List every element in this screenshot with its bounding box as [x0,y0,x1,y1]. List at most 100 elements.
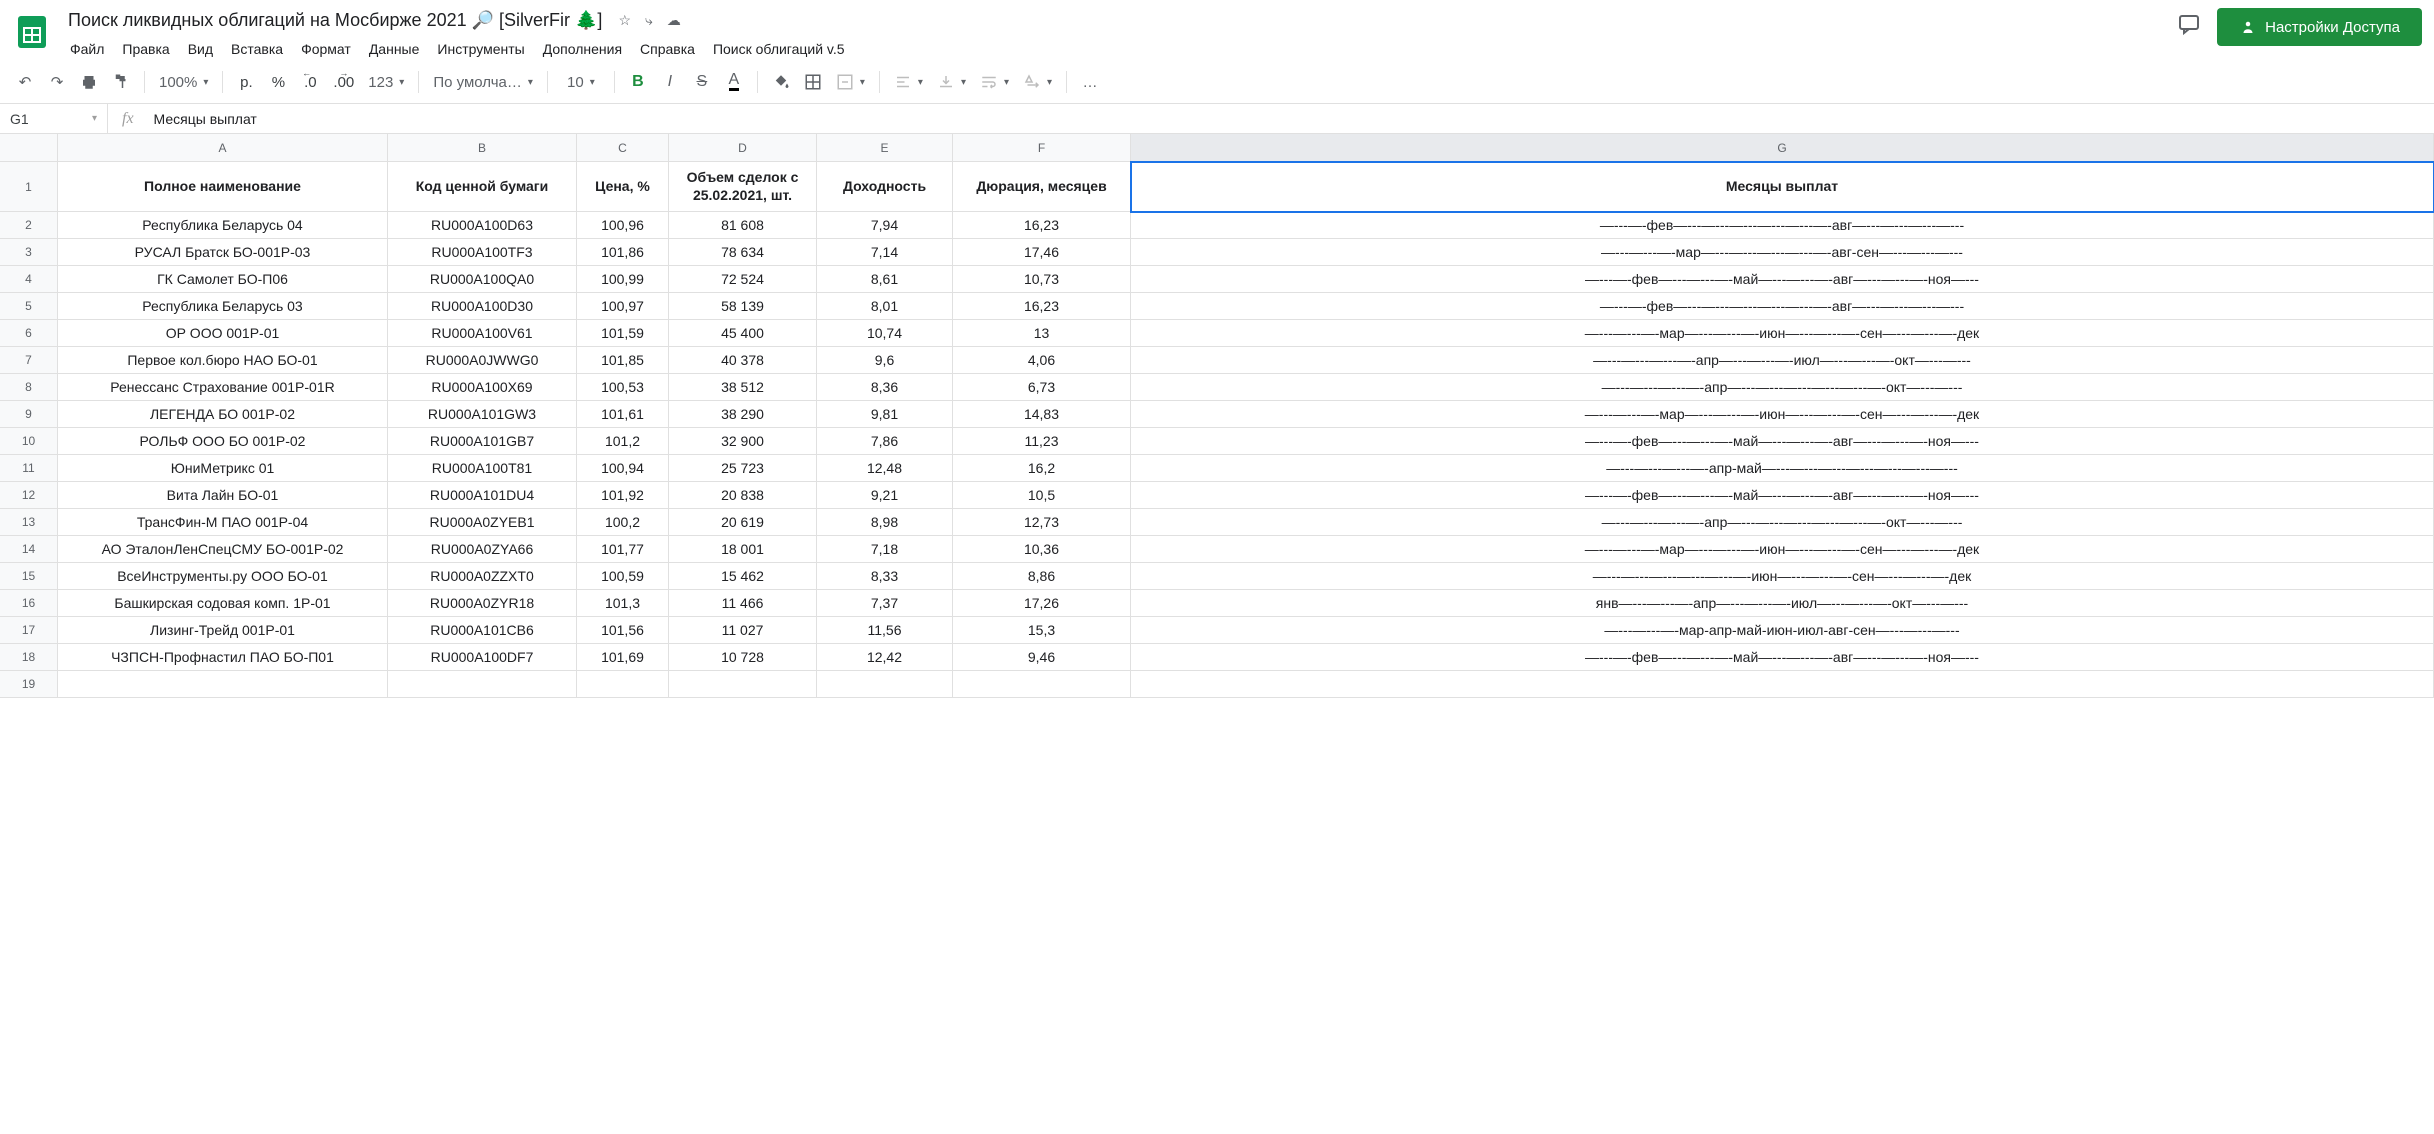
row-header[interactable]: 12 [0,482,58,509]
data-cell[interactable] [58,671,388,698]
menu-вставка[interactable]: Вставка [223,37,291,61]
print-button[interactable] [74,67,104,97]
row-header[interactable]: 6 [0,320,58,347]
horizontal-align-button[interactable] [888,67,929,97]
data-cell[interactable] [577,671,669,698]
data-cell[interactable]: —---—-фев—---—---—---—---—---—-авг—---—-… [1131,212,2434,239]
currency-format-button[interactable]: р. [231,67,261,97]
data-cell[interactable]: 12,48 [817,455,953,482]
column-header-G[interactable]: G [1131,134,2434,162]
data-cell[interactable]: 101,69 [577,644,669,671]
data-cell[interactable]: 8,61 [817,266,953,293]
data-cell[interactable]: 100,96 [577,212,669,239]
data-cell[interactable]: 13 [953,320,1131,347]
data-cell[interactable]: Первое кол.бюро НАО БО-01 [58,347,388,374]
bold-button[interactable]: B [623,67,653,97]
row-header[interactable]: 3 [0,239,58,266]
data-cell[interactable]: ВсеИнструменты.ру ООО БО-01 [58,563,388,590]
increase-decimal-button[interactable]: .00→ [327,67,360,97]
data-cell[interactable]: 101,92 [577,482,669,509]
data-cell[interactable]: —---—-фев—---—---—-май—---—---—-авг—---—… [1131,482,2434,509]
row-header[interactable]: 18 [0,644,58,671]
menu-правка[interactable]: Правка [114,37,177,61]
document-title[interactable]: Поиск ликвидных облигаций на Мосбирже 20… [62,8,608,33]
data-cell[interactable]: АО ЭталонЛенСпецСМУ БО-001Р-02 [58,536,388,563]
menu-поиск-облигаций-v-5[interactable]: Поиск облигаций v.5 [705,37,853,61]
header-cell[interactable]: Дюрация, месяцев [953,162,1131,212]
data-cell[interactable]: 8,33 [817,563,953,590]
row-header[interactable]: 16 [0,590,58,617]
data-cell[interactable]: 11 027 [669,617,817,644]
move-icon[interactable]: ⤷ [645,12,653,29]
data-cell[interactable]: Республика Беларусь 04 [58,212,388,239]
data-cell[interactable]: 12,42 [817,644,953,671]
data-cell[interactable]: РОЛЬФ ООО БО 001Р-02 [58,428,388,455]
borders-button[interactable] [798,67,828,97]
header-cell[interactable]: Полное наименование [58,162,388,212]
column-header-A[interactable]: A [58,134,388,162]
data-cell[interactable]: —---—---—-мар-апр-май-июн-июл-авг-сен—--… [1131,617,2434,644]
menu-данные[interactable]: Данные [361,37,428,61]
text-rotation-button[interactable] [1017,67,1058,97]
data-cell[interactable]: RU000A101CB6 [388,617,577,644]
comments-icon[interactable] [2177,12,2201,42]
row-header[interactable]: 14 [0,536,58,563]
data-cell[interactable]: —---—---—-мар—---—---—-июн—---—---—-сен—… [1131,320,2434,347]
data-cell[interactable]: —---—---—---—-апр-май—---—---—---—---—--… [1131,455,2434,482]
data-cell[interactable]: 9,21 [817,482,953,509]
data-cell[interactable]: 100,2 [577,509,669,536]
decrease-decimal-button[interactable]: .0← [295,67,325,97]
data-cell[interactable]: 4,06 [953,347,1131,374]
data-cell[interactable]: 16,23 [953,293,1131,320]
row-header[interactable]: 8 [0,374,58,401]
data-cell[interactable]: —---—-фев—---—---—---—---—---—-авг—---—-… [1131,293,2434,320]
data-cell[interactable]: 9,81 [817,401,953,428]
data-cell[interactable]: 11,56 [817,617,953,644]
data-cell[interactable]: —---—-фев—---—---—-май—---—---—-авг—---—… [1131,266,2434,293]
header-cell[interactable]: Объем сделок с 25.02.2021, шт. [669,162,817,212]
data-cell[interactable]: 100,59 [577,563,669,590]
cloud-icon[interactable]: ☁ [667,12,681,29]
data-cell[interactable]: 10,74 [817,320,953,347]
font-dropdown[interactable]: По умолча… [427,67,539,97]
data-cell[interactable]: 100,97 [577,293,669,320]
font-size-dropdown[interactable]: 10 [556,67,606,97]
header-cell[interactable]: Цена, % [577,162,669,212]
data-cell[interactable]: RU000A0ZZXT0 [388,563,577,590]
data-cell[interactable]: ЧЗПСН-Профнастил ПАО БО-П01 [58,644,388,671]
data-cell[interactable]: 101,77 [577,536,669,563]
header-cell[interactable]: Доходность [817,162,953,212]
data-cell[interactable]: —---—-фев—---—---—-май—---—---—-авг—---—… [1131,428,2434,455]
data-cell[interactable]: 8,01 [817,293,953,320]
data-cell[interactable] [1131,671,2434,698]
name-box[interactable]: G1 [0,104,108,133]
data-cell[interactable]: ЛЕГЕНДА БО 001Р-02 [58,401,388,428]
data-cell[interactable]: 9,46 [953,644,1131,671]
data-cell[interactable]: 7,37 [817,590,953,617]
undo-button[interactable]: ↶ [10,67,40,97]
data-cell[interactable]: ГК Самолет БО-П06 [58,266,388,293]
data-cell[interactable]: 101,61 [577,401,669,428]
data-cell[interactable]: 40 378 [669,347,817,374]
data-cell[interactable]: 101,85 [577,347,669,374]
column-header-D[interactable]: D [669,134,817,162]
data-cell[interactable]: RU000A0ZYEB1 [388,509,577,536]
data-cell[interactable]: 101,56 [577,617,669,644]
menu-справка[interactable]: Справка [632,37,703,61]
data-cell[interactable]: ЮниМетрикс 01 [58,455,388,482]
data-cell[interactable]: RU000A100D30 [388,293,577,320]
data-cell[interactable]: 38 512 [669,374,817,401]
data-cell[interactable]: 32 900 [669,428,817,455]
data-cell[interactable]: 58 139 [669,293,817,320]
data-cell[interactable]: Башкирская содовая комп. 1Р-01 [58,590,388,617]
data-cell[interactable]: 7,94 [817,212,953,239]
row-header[interactable]: 7 [0,347,58,374]
data-cell[interactable]: Республика Беларусь 03 [58,293,388,320]
data-cell[interactable]: 15,3 [953,617,1131,644]
data-cell[interactable]: 9,6 [817,347,953,374]
row-header[interactable]: 15 [0,563,58,590]
data-cell[interactable]: RU000A100QA0 [388,266,577,293]
data-cell[interactable]: 7,18 [817,536,953,563]
data-cell[interactable]: RU000A0JWWG0 [388,347,577,374]
data-cell[interactable]: —---—---—---—-апр—---—---—-июл—---—---—-… [1131,347,2434,374]
